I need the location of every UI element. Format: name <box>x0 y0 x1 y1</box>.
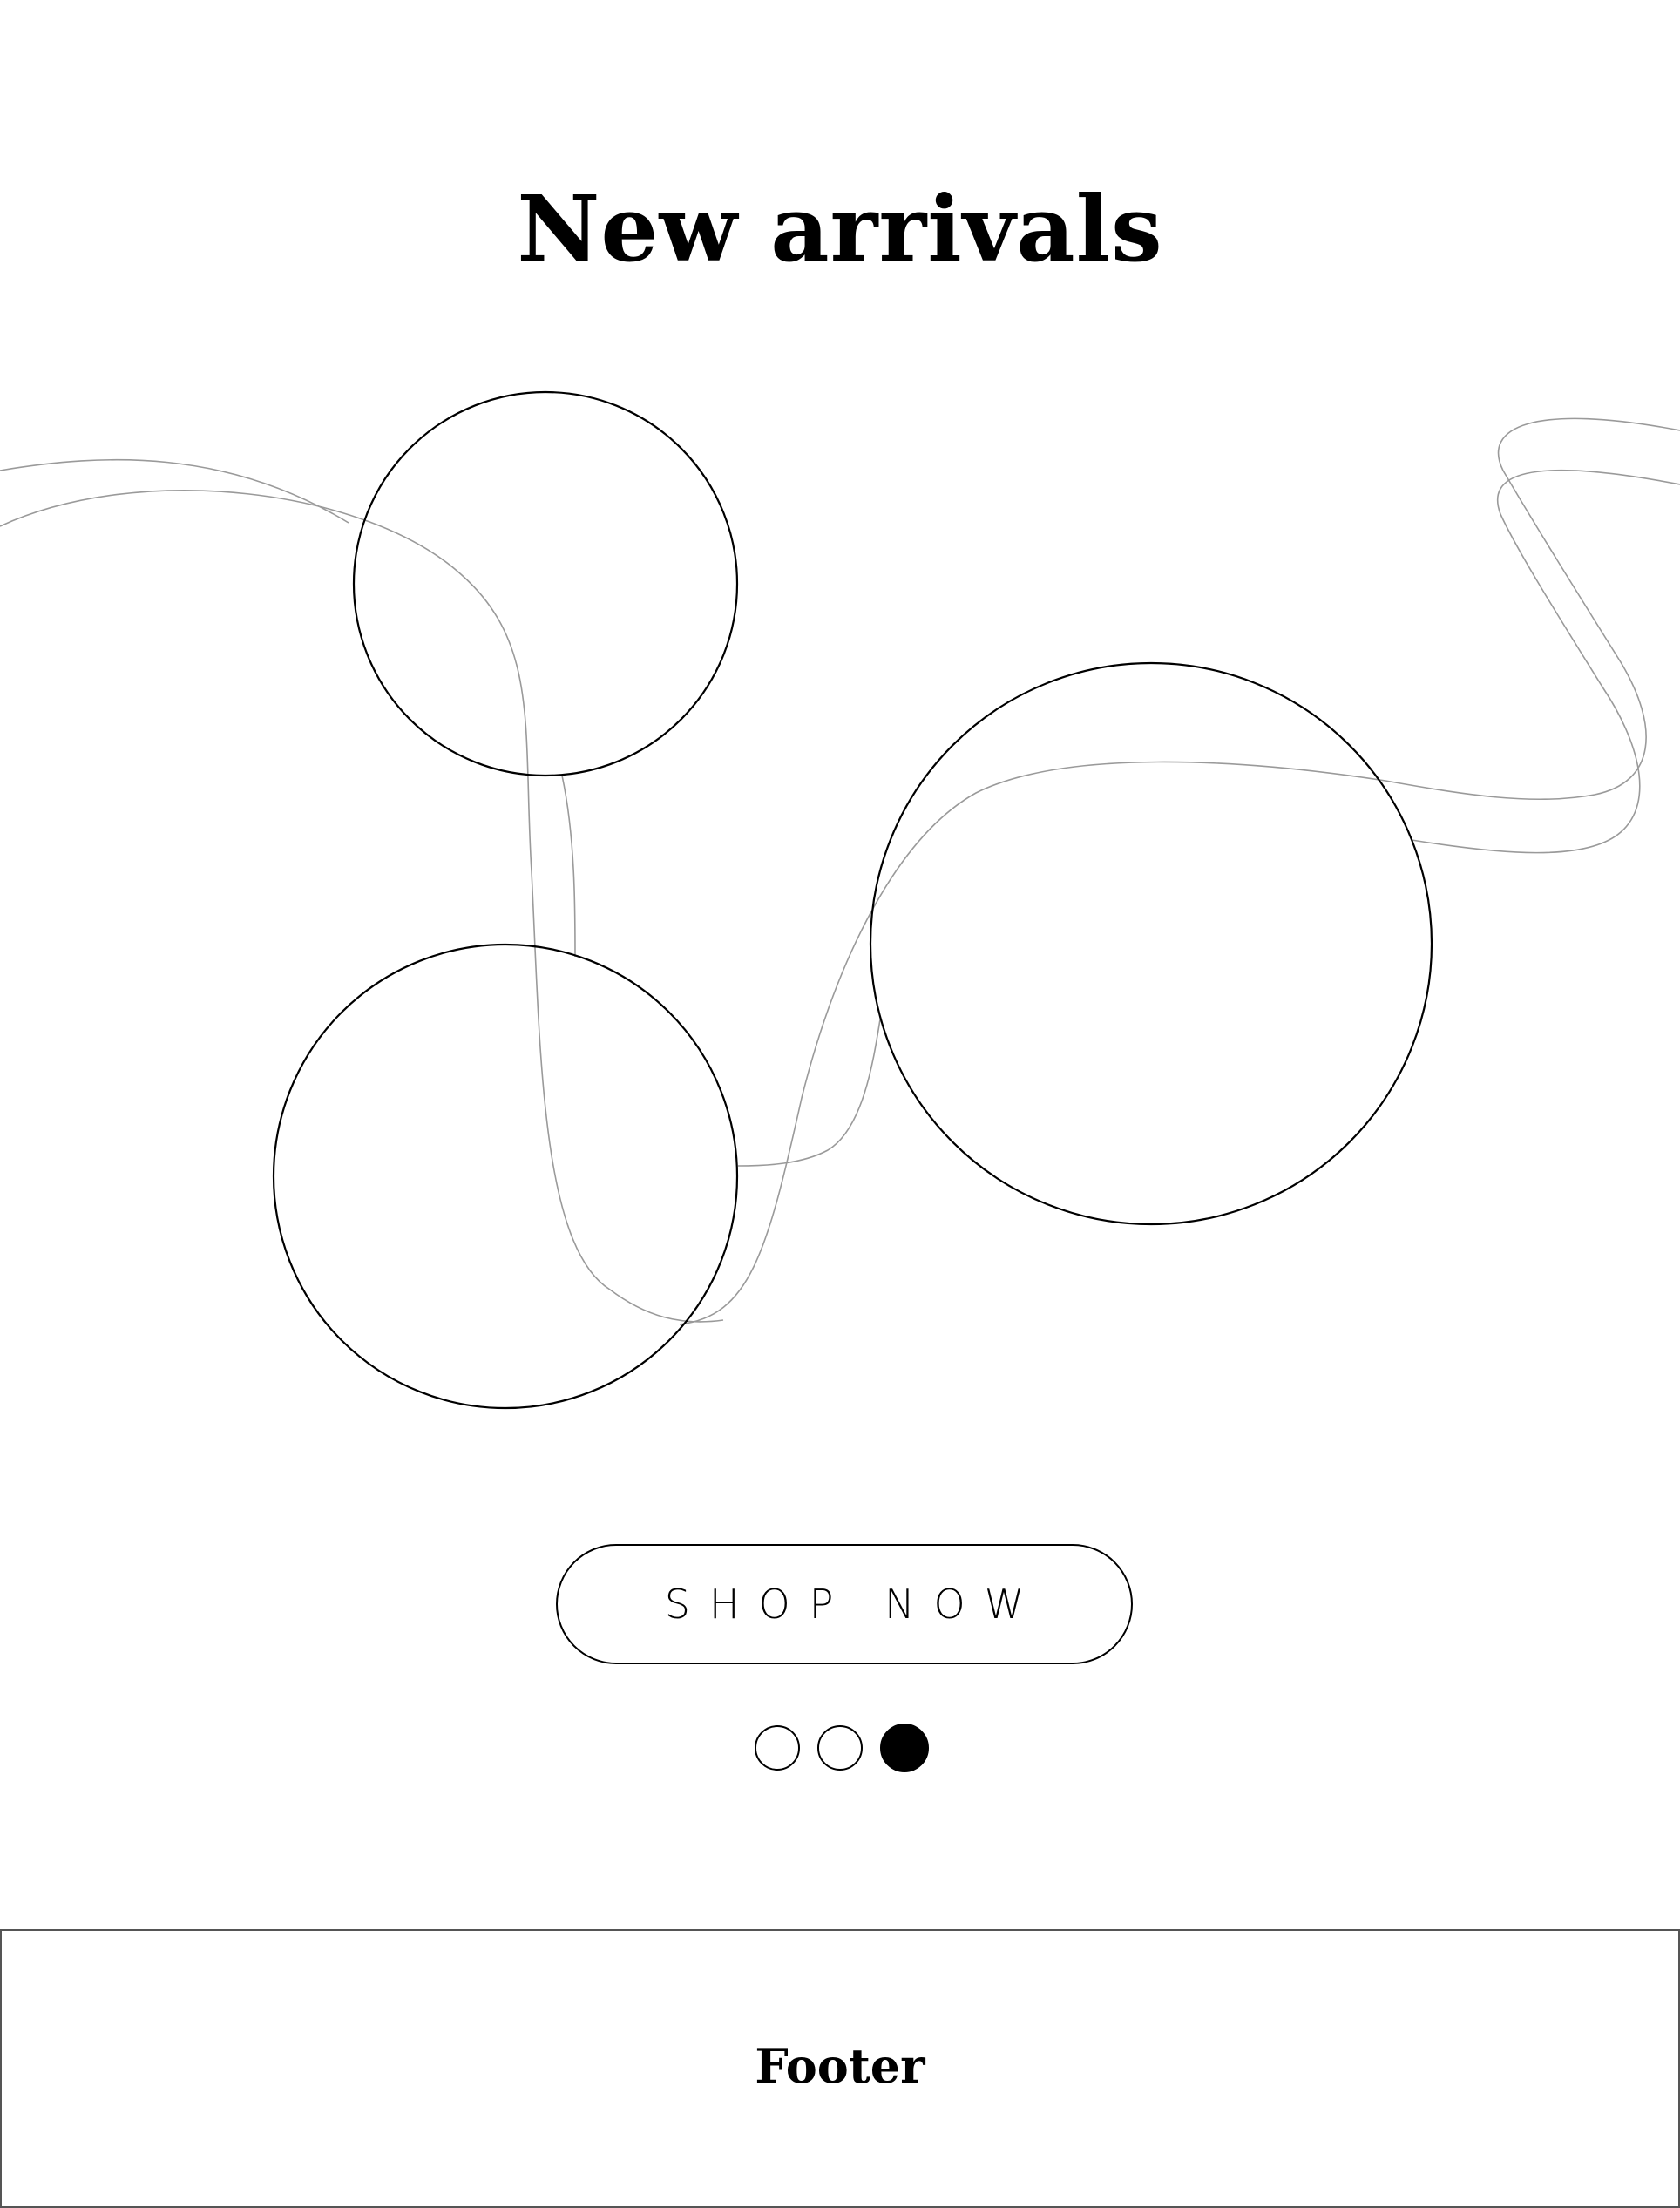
ribbon-lines <box>0 417 1680 1325</box>
shop-now-button[interactable]: SHOP NOW <box>556 1544 1133 1664</box>
ribbon-line-stem <box>561 775 576 958</box>
ribbon-line-right-a <box>1385 417 1680 801</box>
hero-circle-small <box>352 390 739 777</box>
hero-circles <box>272 390 1433 1410</box>
carousel-dot-1-icon[interactable] <box>755 1725 800 1771</box>
hero-circle-large <box>869 661 1433 1226</box>
carousel-pagination <box>755 1724 929 1774</box>
footer-label: Footer <box>755 2038 925 2094</box>
hero-illustration <box>0 390 1680 1410</box>
ribbon-line-right-b <box>1411 469 1680 854</box>
ribbon-line-link <box>737 1019 881 1167</box>
ribbon-line-left-outer <box>0 458 349 524</box>
carousel-dot-2-icon[interactable] <box>817 1725 863 1771</box>
shop-now-label: SHOP NOW <box>664 1581 1044 1628</box>
carousel-dot-3-active-icon[interactable] <box>880 1724 929 1772</box>
ribbon-line-lower <box>679 761 1386 1325</box>
page-title: New arrivals <box>517 175 1163 282</box>
hero-circle-medium <box>272 943 739 1410</box>
ribbon-line-left-inner <box>0 490 724 1323</box>
footer: Footer <box>0 1929 1680 2208</box>
